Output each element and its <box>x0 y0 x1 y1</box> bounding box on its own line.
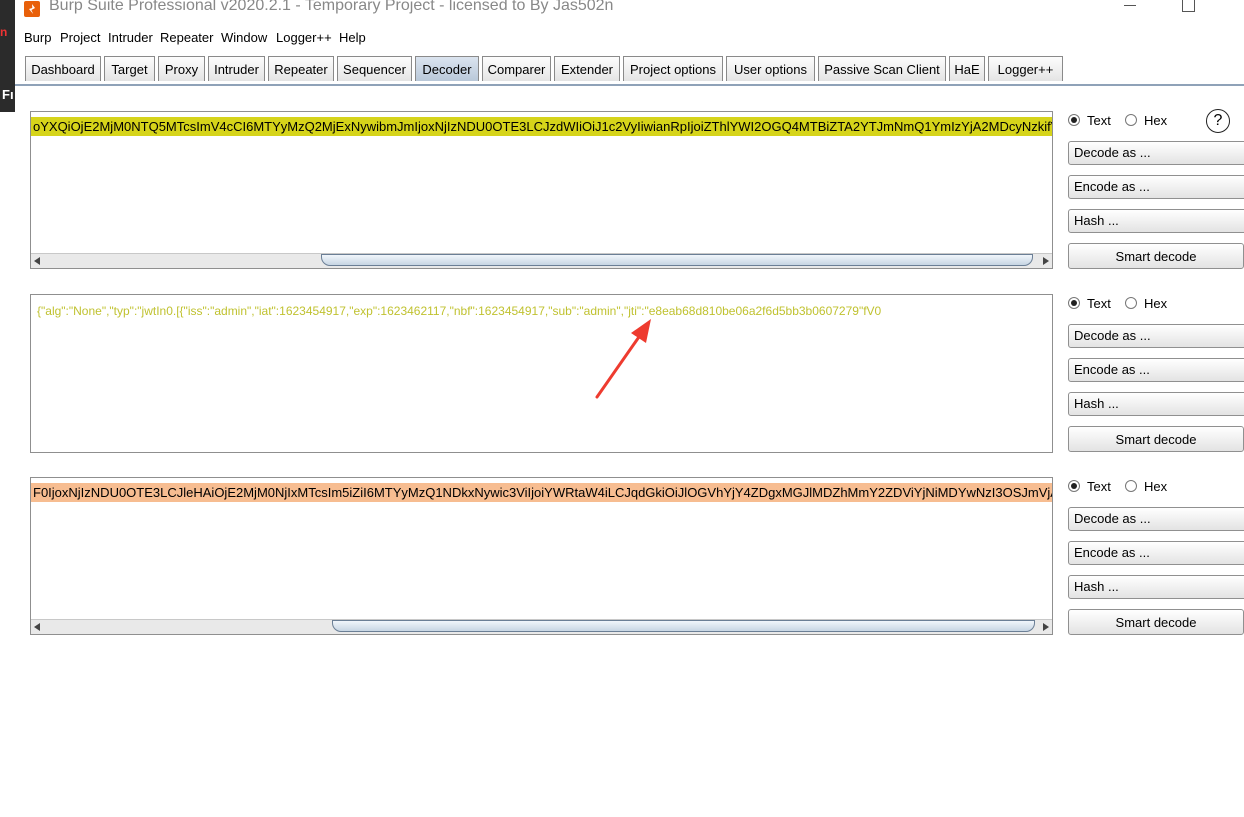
text-radio[interactable] <box>1068 480 1080 492</box>
burp-logo-icon <box>24 1 40 17</box>
tab-user-options[interactable]: User options <box>726 56 815 81</box>
format-radio-group: Text Hex <box>1068 478 1244 496</box>
tab-sequencer[interactable]: Sequencer <box>337 56 412 81</box>
decoded-text: {"alg":"None","typ":"jwtIn0.[{"iss":"adm… <box>37 304 882 318</box>
menu-bar: Burp Project Intruder Repeater Window Lo… <box>15 26 1244 50</box>
decoder-input-panel[interactable]: oYXQiOjE2MjM0NTQ5MTcsImV4cCI6MTYyMzQ2MjE… <box>30 111 1053 269</box>
encoded-text: oYXQiOjE2MjM0NTQ5MTcsImV4cCI6MTYyMzQ2MjE… <box>31 117 1052 136</box>
tab-dashboard[interactable]: Dashboard <box>25 56 101 81</box>
menu-intruder[interactable]: Intruder <box>108 30 153 45</box>
menu-project[interactable]: Project <box>60 30 100 45</box>
encode-as-dropdown[interactable]: Encode as ... <box>1068 541 1244 565</box>
panel1-controls: Text Hex ? Decode as ... Encode as ... H… <box>1068 109 1244 272</box>
background-glyph: n <box>0 25 8 39</box>
main-tab-strip: Dashboard Target Proxy Intruder Repeater… <box>15 50 1244 86</box>
menu-burp[interactable]: Burp <box>24 30 51 45</box>
encode-as-dropdown[interactable]: Encode as ... <box>1068 175 1244 199</box>
hex-radio[interactable] <box>1125 480 1137 492</box>
scroll-left-icon[interactable] <box>34 623 40 631</box>
hash-dropdown[interactable]: Hash ... <box>1068 209 1244 233</box>
tab-target[interactable]: Target <box>104 56 155 81</box>
text-radio[interactable] <box>1068 114 1080 126</box>
tab-repeater[interactable]: Repeater <box>268 56 334 81</box>
menu-help[interactable]: Help <box>339 30 366 45</box>
scrollbar-thumb[interactable] <box>332 620 1035 632</box>
minimize-icon[interactable] <box>1124 5 1136 6</box>
title-bar: Burp Suite Professional v2020.2.1 - Temp… <box>15 0 1244 26</box>
tab-decoder[interactable]: Decoder <box>415 56 479 81</box>
smart-decode-button[interactable]: Smart decode <box>1068 426 1244 452</box>
text-radio-label[interactable]: Text <box>1087 478 1111 496</box>
background-glyph: Fı <box>2 87 14 102</box>
decode-as-dropdown[interactable]: Decode as ... <box>1068 507 1244 531</box>
decoder-encoded-panel[interactable]: F0IjoxNjIzNDU0OTE3LCJleHAiOjE2MjM0NjIxMT… <box>30 477 1053 635</box>
tab-project-options[interactable]: Project options <box>623 56 723 81</box>
horizontal-scrollbar[interactable] <box>31 253 1052 268</box>
hex-radio-label[interactable]: Hex <box>1144 112 1167 130</box>
decoder-output-panel[interactable]: {"alg":"None","typ":"jwtIn0.[{"iss":"adm… <box>30 294 1053 453</box>
text-line[interactable]: {"alg":"None","typ":"jwtIn0.[{"iss":"adm… <box>31 302 1052 321</box>
window-title: Burp Suite Professional v2020.2.1 - Temp… <box>49 0 614 14</box>
hex-radio[interactable] <box>1125 114 1137 126</box>
hex-radio-label[interactable]: Hex <box>1144 478 1167 496</box>
background-window-edge: n Fı <box>0 0 15 112</box>
horizontal-scrollbar[interactable] <box>31 619 1052 634</box>
text-line[interactable]: oYXQiOjE2MjM0NTQ5MTcsImV4cCI6MTYyMzQ2MjE… <box>31 117 1052 136</box>
decode-as-dropdown[interactable]: Decode as ... <box>1068 324 1244 348</box>
hash-dropdown[interactable]: Hash ... <box>1068 575 1244 599</box>
tab-logger[interactable]: Logger++ <box>988 56 1063 81</box>
menu-repeater[interactable]: Repeater <box>160 30 213 45</box>
tab-proxy[interactable]: Proxy <box>158 56 205 81</box>
scrollbar-thumb[interactable] <box>321 254 1033 266</box>
background-window-strip <box>0 0 15 817</box>
encoded-text: F0IjoxNjIzNDU0OTE3LCJleHAiOjE2MjM0NjIxMT… <box>31 483 1052 502</box>
panel2-controls: Text Hex Decode as ... Encode as ... Has… <box>1068 295 1244 455</box>
menu-logger[interactable]: Logger++ <box>276 30 332 45</box>
hex-radio-label[interactable]: Hex <box>1144 295 1167 313</box>
hex-radio[interactable] <box>1125 297 1137 309</box>
hash-dropdown[interactable]: Hash ... <box>1068 392 1244 416</box>
tab-passive-scan-client[interactable]: Passive Scan Client <box>818 56 946 81</box>
tab-extender[interactable]: Extender <box>554 56 620 81</box>
format-radio-group: Text Hex <box>1068 295 1244 313</box>
menu-window[interactable]: Window <box>221 30 267 45</box>
scroll-right-icon[interactable] <box>1043 623 1049 631</box>
tab-hae[interactable]: HaE <box>949 56 985 81</box>
text-radio[interactable] <box>1068 297 1080 309</box>
smart-decode-button[interactable]: Smart decode <box>1068 609 1244 635</box>
scroll-left-icon[interactable] <box>34 257 40 265</box>
format-radio-group: Text Hex ? <box>1068 109 1244 133</box>
help-icon[interactable]: ? <box>1206 109 1230 133</box>
scroll-right-icon[interactable] <box>1043 257 1049 265</box>
decoder-content: oYXQiOjE2MjM0NTQ5MTcsImV4cCI6MTYyMzQ2MjE… <box>15 86 1244 817</box>
text-radio-label[interactable]: Text <box>1087 295 1111 313</box>
smart-decode-button[interactable]: Smart decode <box>1068 243 1244 269</box>
panel3-controls: Text Hex Decode as ... Encode as ... Has… <box>1068 478 1244 638</box>
tab-intruder[interactable]: Intruder <box>208 56 265 81</box>
encode-as-dropdown[interactable]: Encode as ... <box>1068 358 1244 382</box>
maximize-icon[interactable] <box>1182 0 1195 12</box>
text-radio-label[interactable]: Text <box>1087 112 1111 130</box>
decode-as-dropdown[interactable]: Decode as ... <box>1068 141 1244 165</box>
tab-comparer[interactable]: Comparer <box>482 56 551 81</box>
text-line[interactable]: F0IjoxNjIzNDU0OTE3LCJleHAiOjE2MjM0NjIxMT… <box>31 483 1052 502</box>
